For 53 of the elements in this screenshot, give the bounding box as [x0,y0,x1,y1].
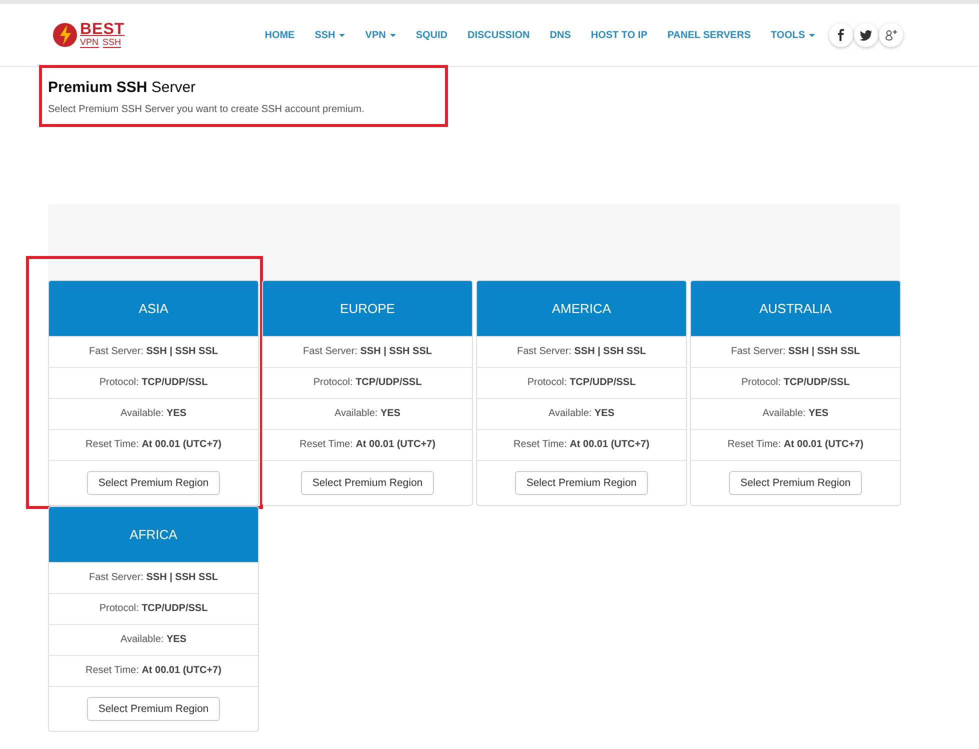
logo-wordmark: BEST [80,22,125,38]
select-region-button[interactable]: Select Premium Region [87,471,220,495]
region-info: Fast Server: SSH | SSH SSL [691,336,900,367]
region-title: AMERICA [477,281,686,336]
region-info: Protocol: TCP/UDP/SSL [691,367,900,398]
region-info: Available: YES [49,398,258,429]
region-info: Available: YES [691,398,900,429]
nav-link[interactable]: HOST TO IP [590,30,648,40]
logo-subtitle: VPN [80,38,99,48]
region-info: Fast Server: SSH | SSH SSL [49,336,258,367]
region-info: Fast Server: SSH | SSH SSL [49,562,258,593]
nav-link[interactable]: SQUID [416,30,448,40]
twitter-icon [859,28,873,42]
region-title: EUROPE [263,281,472,336]
region-info: Fast Server: SSH | SSH SSL [477,336,686,367]
region-info: Available: YES [477,398,686,429]
twitter-button[interactable] [854,23,878,47]
region-info: Fast Server: SSH | SSH SSL [263,336,472,367]
region-info: Protocol: TCP/UDP/SSL [263,367,472,398]
page-title: Premium SSH Server [48,79,197,96]
region-info: Protocol: TCP/UDP/SSL [477,367,686,398]
nav-link[interactable]: SSH [314,30,346,40]
caret-icon [339,34,346,36]
region-title: AFRICA [49,507,258,562]
region-title: AUSTRALIA [691,281,900,336]
logo-tag: SSH [102,38,122,48]
region-info: Reset Time: At 00.01 (UTC+7) [691,429,900,460]
facebook-button[interactable] [829,23,853,47]
region-info: Available: YES [49,624,258,655]
google-plus-button[interactable] [879,23,903,47]
region-info: Reset Time: At 00.01 (UTC+7) [263,429,472,460]
nav-link[interactable]: DISCUSSION [468,30,530,40]
page-subtitle: Select Premium SSH Server you want to create SSH account premium. [48,104,366,115]
caret-icon [390,34,396,36]
nav-link[interactable]: PANEL SERVERS [667,30,751,40]
region-title: ASIA [49,281,258,336]
nav-link[interactable]: HOME [264,30,295,40]
region-info: Reset Time: At 00.01 (UTC+7) [477,429,686,460]
region-info: Protocol: TCP/UDP/SSL [49,593,258,624]
select-region-button[interactable]: Select Premium Region [301,471,434,495]
select-region-button[interactable]: Select Premium Region [87,697,220,721]
region-info: Protocol: TCP/UDP/SSL [49,367,258,398]
caret-icon [809,34,815,36]
select-region-button[interactable]: Select Premium Region [729,471,862,495]
nav-link[interactable]: VPN [365,30,396,40]
google-plus-icon [884,28,898,42]
region-info: Reset Time: At 00.01 (UTC+7) [49,429,258,460]
nav-link[interactable]: DNS [550,30,571,40]
region-info: Available: YES [263,398,472,429]
logo-icon [52,22,78,48]
select-region-button[interactable]: Select Premium Region [515,471,648,495]
nav-link[interactable]: TOOLS [770,30,815,40]
region-info: Reset Time: At 00.01 (UTC+7) [49,655,258,686]
